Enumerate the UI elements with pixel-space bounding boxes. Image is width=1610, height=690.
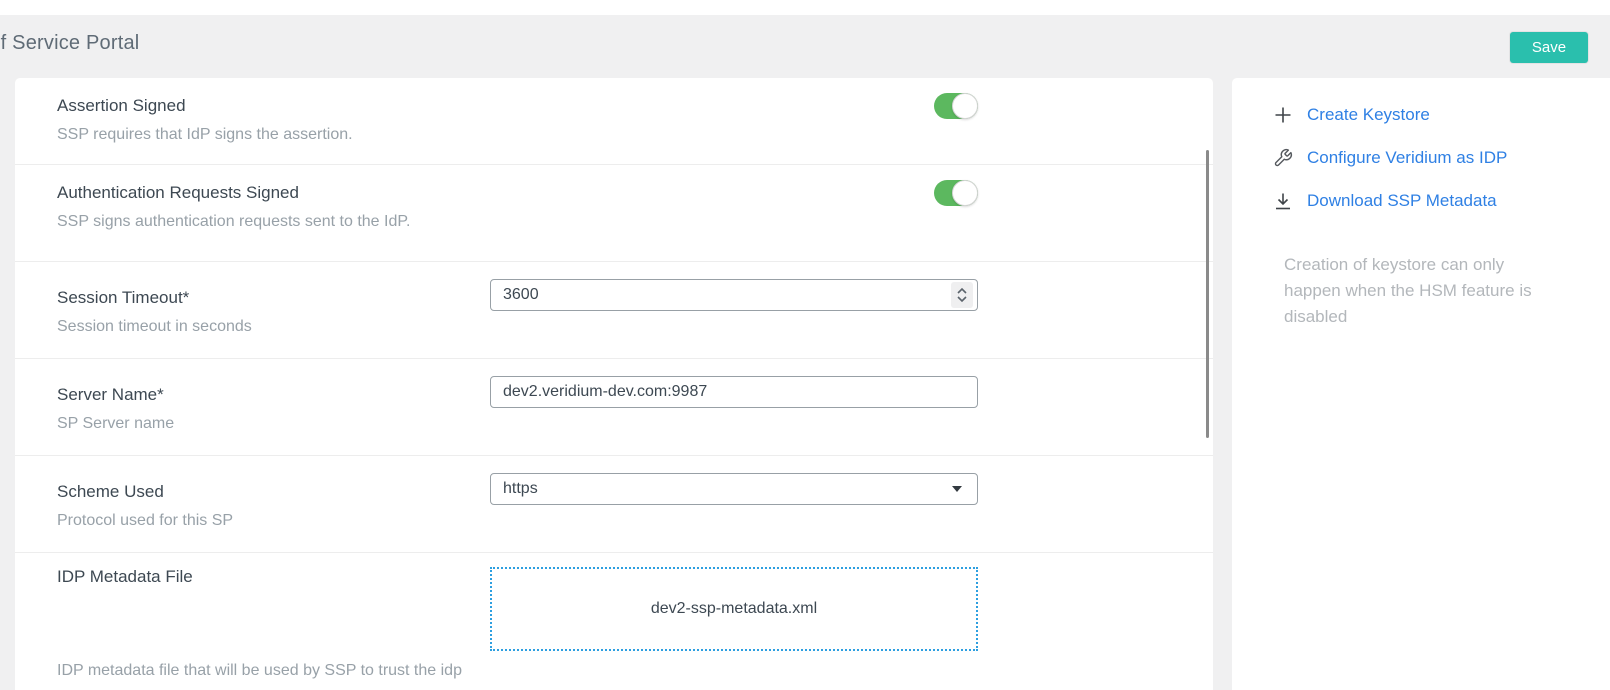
actions-sidebar: Create Keystore Configure Veridium as ID… [1232, 78, 1610, 690]
configure-idp-link[interactable]: Configure Veridium as IDP [1307, 148, 1507, 168]
settings-panel: Assertion Signed SSP requires that IdP s… [15, 78, 1213, 690]
configure-idp-action[interactable]: Configure Veridium as IDP [1273, 147, 1610, 169]
dropdown-caret-icon [952, 486, 962, 492]
top-strip [0, 0, 1610, 15]
page-title: lf Service Portal [0, 32, 139, 55]
server-name-input[interactable] [490, 376, 978, 408]
uploaded-file-name: dev2-ssp-metadata.xml [651, 600, 817, 618]
chevron-down-icon [956, 295, 968, 303]
plus-icon [1273, 104, 1293, 126]
keystore-hsm-note: Creation of keystore can only happen whe… [1284, 252, 1544, 330]
number-stepper[interactable] [951, 282, 973, 308]
setting-row-idp-metadata: IDP Metadata File dev2-ssp-metadata.xml … [15, 553, 1213, 690]
setting-description: SP Server name [57, 414, 490, 433]
setting-label: Scheme Used [57, 482, 490, 502]
setting-description: Session timeout in seconds [57, 317, 490, 336]
setting-description: Protocol used for this SP [57, 511, 490, 530]
download-metadata-link[interactable]: Download SSP Metadata [1307, 191, 1497, 211]
setting-row-scheme-used: Scheme Used Protocol used for this SP ht… [15, 456, 1213, 553]
setting-description: SSP signs authentication requests sent t… [57, 212, 490, 231]
setting-description: SSP requires that IdP signs the assertio… [57, 125, 490, 144]
create-keystore-action[interactable]: Create Keystore [1273, 104, 1610, 126]
setting-label: Authentication Requests Signed [57, 183, 490, 203]
assertion-signed-toggle[interactable] [934, 93, 978, 119]
setting-label: Session Timeout* [57, 288, 490, 308]
setting-label: Server Name* [57, 385, 490, 405]
setting-row-assertion-signed: Assertion Signed SSP requires that IdP s… [15, 78, 1213, 165]
scheme-select[interactable]: https [490, 473, 978, 505]
wrench-icon [1273, 147, 1293, 169]
setting-row-session-timeout: Session Timeout* Session timeout in seco… [15, 262, 1213, 359]
download-icon [1273, 190, 1293, 212]
vertical-scrollbar[interactable] [1206, 150, 1209, 438]
session-timeout-input[interactable] [490, 279, 978, 311]
save-button[interactable]: Save [1510, 32, 1588, 63]
setting-row-server-name: Server Name* SP Server name [15, 359, 1213, 456]
create-keystore-link[interactable]: Create Keystore [1307, 105, 1430, 125]
setting-label: Assertion Signed [57, 96, 490, 116]
idp-metadata-dropzone[interactable]: dev2-ssp-metadata.xml [490, 567, 978, 651]
download-metadata-action[interactable]: Download SSP Metadata [1273, 190, 1610, 212]
scheme-selected-value: https [503, 480, 538, 498]
chevron-up-icon [956, 287, 968, 295]
setting-row-auth-requests-signed: Authentication Requests Signed SSP signs… [15, 165, 1213, 262]
setting-label: IDP Metadata File [57, 567, 490, 587]
auth-requests-signed-toggle[interactable] [934, 180, 978, 206]
setting-description: IDP metadata file that will be used by S… [57, 661, 1213, 680]
toggle-knob [952, 93, 978, 119]
toggle-knob [952, 180, 978, 206]
